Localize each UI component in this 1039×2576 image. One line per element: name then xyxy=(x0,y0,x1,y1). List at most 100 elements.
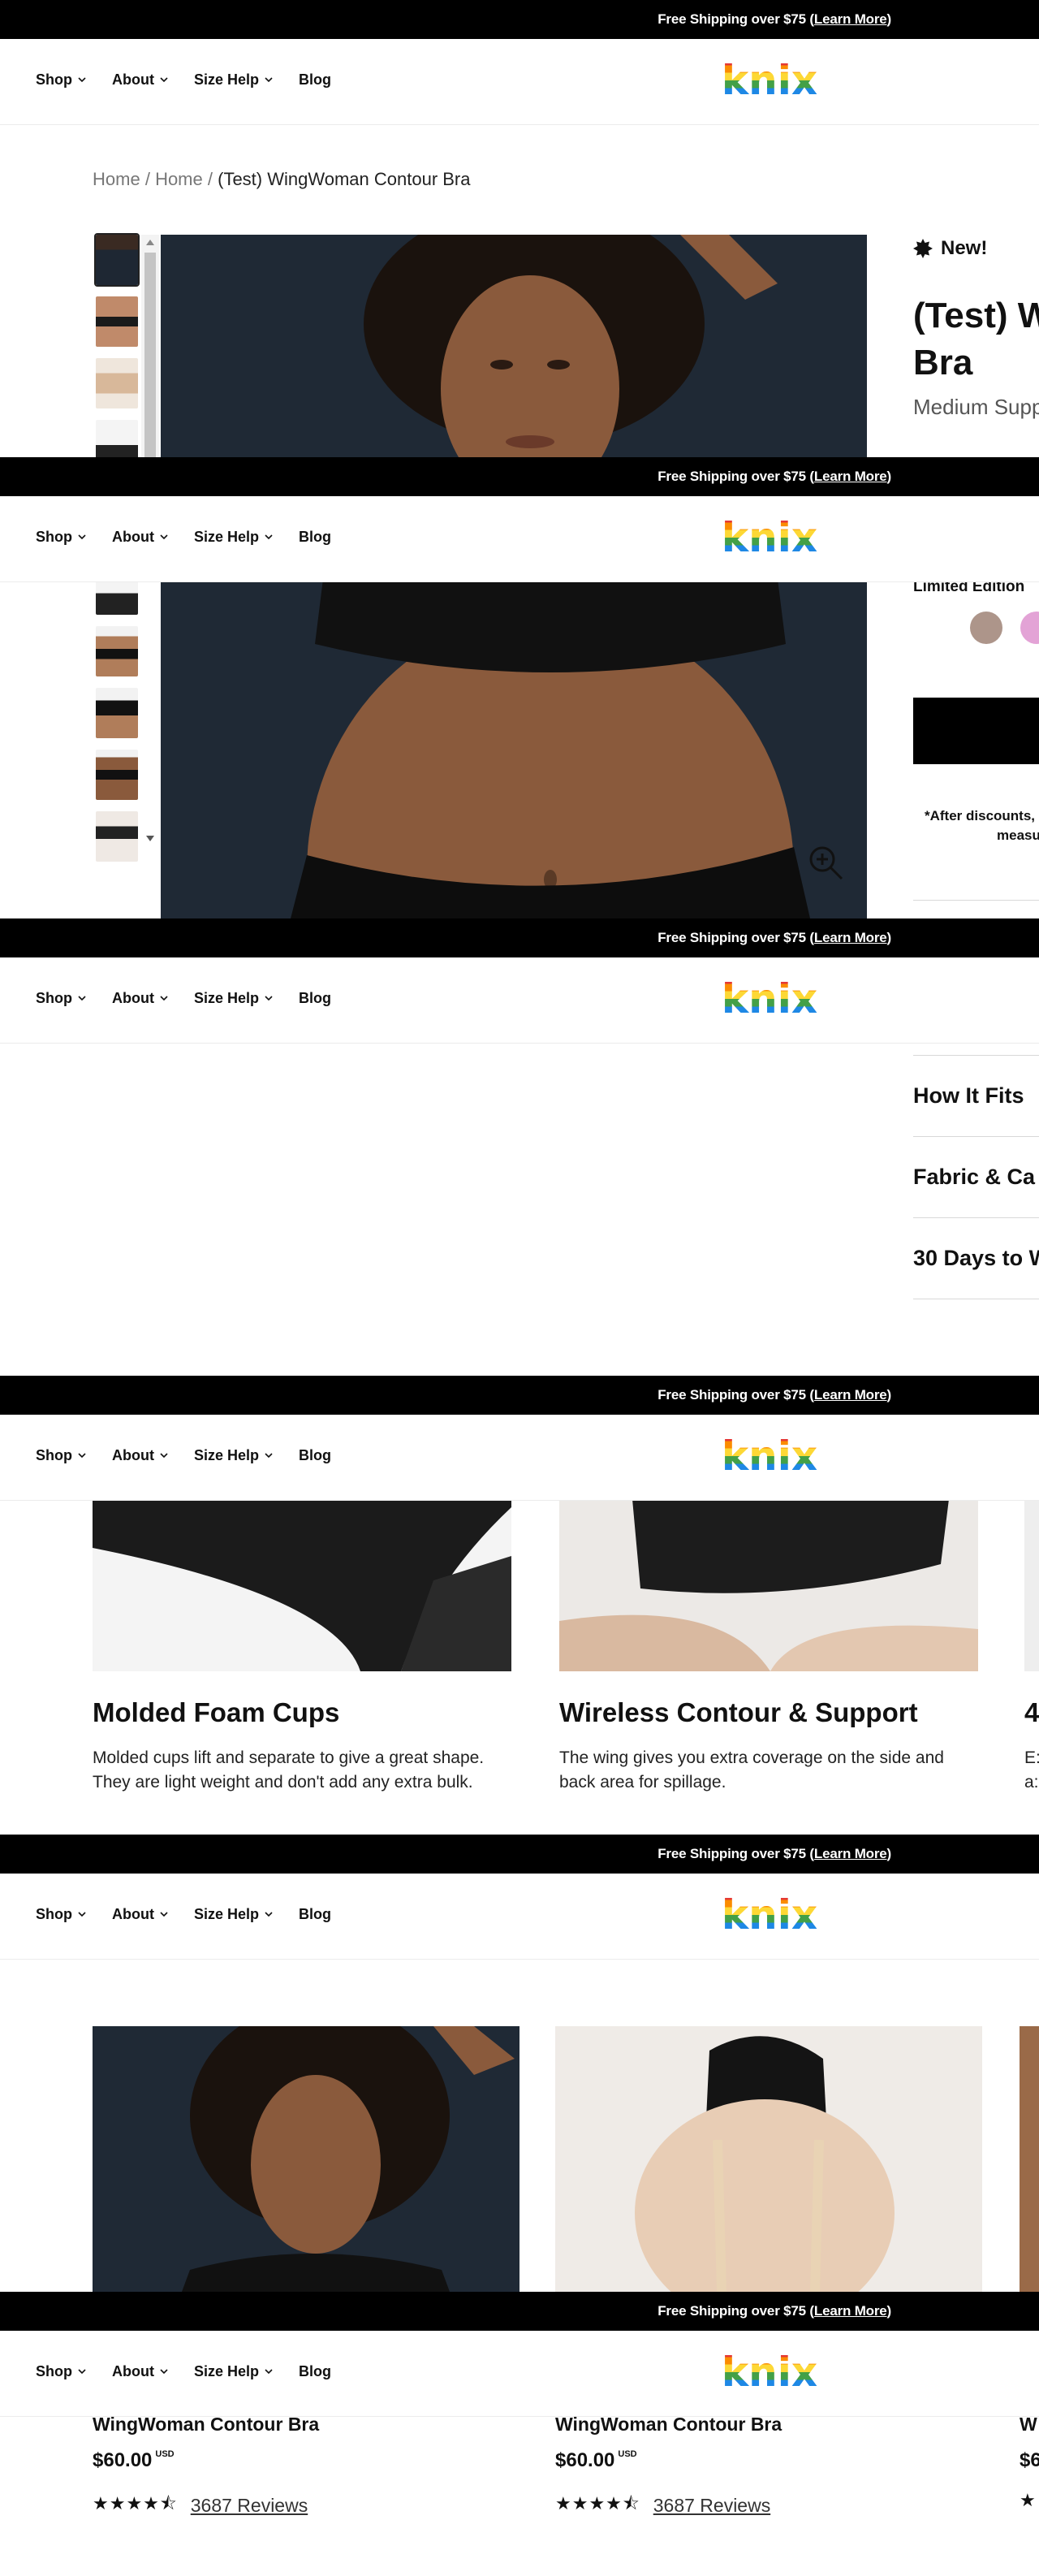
related-product-name[interactable]: WingWoman Contour Bra xyxy=(555,2414,782,2436)
learn-more-link[interactable]: Learn More xyxy=(814,1846,887,1861)
nav-about[interactable]: About xyxy=(112,71,168,89)
learn-more-link[interactable]: Learn More xyxy=(814,1387,887,1403)
chevron-down-icon xyxy=(78,2368,86,2374)
logo-mark: knix xyxy=(722,57,817,104)
feature-image-wireless xyxy=(559,1499,978,1671)
add-to-bag-button[interactable] xyxy=(913,698,1039,764)
svg-text:knix: knix xyxy=(722,1891,817,1937)
breadcrumb-home[interactable]: Home xyxy=(155,169,203,189)
promo-bar: Free Shipping over $75 (Learn More) xyxy=(0,0,1039,39)
thumbnail[interactable] xyxy=(96,811,138,862)
knix-logo[interactable]: knix xyxy=(721,57,818,104)
scroll-up-icon[interactable] xyxy=(146,240,154,245)
thumbnail[interactable] xyxy=(96,750,138,800)
reviews-link[interactable]: 3687 Reviews xyxy=(653,2495,770,2517)
svg-text:knix: knix xyxy=(722,2349,817,2394)
thumbnail[interactable] xyxy=(96,420,138,457)
knix-logo[interactable]: knix xyxy=(721,2349,818,2396)
model-photo xyxy=(161,235,867,457)
breadcrumb-home[interactable]: Home xyxy=(93,169,140,189)
color-swatch[interactable] xyxy=(970,612,1002,644)
chevron-down-icon xyxy=(265,534,273,539)
promo-bar: Free Shipping over $75 (Learn More) xyxy=(0,1835,1039,1874)
nav-shop[interactable]: Shop xyxy=(36,529,86,546)
nav-size-help[interactable]: Size Help xyxy=(194,1447,273,1464)
nav-about[interactable]: About xyxy=(112,990,168,1007)
nav-size-help[interactable]: Size Help xyxy=(194,2363,273,2380)
logo-mark: knix xyxy=(722,1891,817,1938)
new-badge: New! xyxy=(913,237,1039,260)
thumbnail[interactable] xyxy=(96,579,138,615)
learn-more-link[interactable]: Learn More xyxy=(814,930,887,945)
chevron-down-icon xyxy=(78,534,86,539)
nav-about[interactable]: About xyxy=(112,1906,168,1923)
thumbnail[interactable] xyxy=(96,688,138,738)
nav-blog[interactable]: Blog xyxy=(299,2363,331,2380)
chevron-down-icon xyxy=(160,1911,168,1917)
nav-about[interactable]: About xyxy=(112,529,168,546)
nav-about[interactable]: About xyxy=(112,2363,168,2380)
nav-blog[interactable]: Blog xyxy=(299,990,331,1007)
product-hero-image[interactable] xyxy=(161,235,867,457)
chevron-down-icon xyxy=(78,1452,86,1458)
related-product-price: $60.00 USD xyxy=(555,2449,637,2471)
svg-text:knix: knix xyxy=(722,57,817,102)
thumbnail[interactable] xyxy=(96,358,138,408)
related-product-image[interactable] xyxy=(1020,2026,1039,2292)
thumbnail-scrollbar[interactable] xyxy=(141,579,159,853)
learn-more-link[interactable]: Learn More xyxy=(814,2303,887,2319)
nav-size-help[interactable]: Size Help xyxy=(194,990,273,1007)
promo-bar: Free Shipping over $75 (Learn More) xyxy=(0,457,1039,496)
related-product-image[interactable] xyxy=(93,2026,520,2292)
divider xyxy=(913,900,1039,901)
nav-blog[interactable]: Blog xyxy=(299,1906,331,1923)
product-info: New! (Test) W Bra Medium Suppo xyxy=(913,237,1039,420)
related-product-image[interactable] xyxy=(555,2026,982,2292)
nav-about[interactable]: About xyxy=(112,1447,168,1464)
nav-size-help[interactable]: Size Help xyxy=(194,1906,273,1923)
nav-shop[interactable]: Shop xyxy=(36,2363,86,2380)
nav-blog[interactable]: Blog xyxy=(299,1447,331,1464)
chevron-down-icon xyxy=(265,995,273,1001)
nav-shop[interactable]: Shop xyxy=(36,1447,86,1464)
star-icon: ★ xyxy=(1020,2490,1037,2510)
knix-logo[interactable]: knix xyxy=(721,975,818,1022)
thumbnail[interactable] xyxy=(94,233,140,287)
thumbnail-list xyxy=(94,233,144,457)
main-nav: Shop About Size Help Blog knix xyxy=(0,1415,1039,1501)
thumbnail[interactable] xyxy=(96,296,138,347)
nav-size-help[interactable]: Size Help xyxy=(194,529,273,546)
accordion-how-it-fits[interactable]: How It Fits xyxy=(913,1055,1039,1136)
feature-third: 4 E: a: xyxy=(1024,1697,1039,1792)
main-nav: Shop About Size Help Blog knix xyxy=(0,1874,1039,1960)
main-nav: Shop About Size Help Blog knix xyxy=(0,496,1039,582)
knix-logo[interactable]: knix xyxy=(721,1433,818,1480)
learn-more-link[interactable]: Learn More xyxy=(814,469,887,484)
nav-blog[interactable]: Blog xyxy=(299,71,331,89)
reviews-link[interactable]: 3687 Reviews xyxy=(191,2495,308,2517)
nav-size-help[interactable]: Size Help xyxy=(194,71,273,89)
nav-shop[interactable]: Shop xyxy=(36,990,86,1007)
learn-more-link[interactable]: Learn More xyxy=(814,11,887,27)
related-product-name[interactable]: WingWoman Contour Bra xyxy=(93,2414,319,2436)
scrollbar-thumb[interactable] xyxy=(144,253,156,457)
knix-logo[interactable]: knix xyxy=(721,514,818,561)
svg-text:knix: knix xyxy=(722,1433,817,1478)
color-swatch[interactable] xyxy=(1020,612,1039,644)
chevron-down-icon xyxy=(160,76,168,82)
chevron-down-icon xyxy=(160,534,168,539)
svg-text:knix: knix xyxy=(722,514,817,560)
accordion-fabric-care[interactable]: Fabric & Ca xyxy=(913,1136,1039,1217)
scroll-down-icon[interactable] xyxy=(146,836,154,841)
nav-shop[interactable]: Shop xyxy=(36,71,86,89)
knix-logo[interactable]: knix xyxy=(721,1891,818,1938)
breadcrumb: Home / Home / (Test) WingWoman Contour B… xyxy=(93,169,471,189)
accordion-30-days[interactable]: 30 Days to W xyxy=(913,1217,1039,1299)
nav-blog[interactable]: Blog xyxy=(299,529,331,546)
zoom-in-icon[interactable] xyxy=(806,843,845,882)
thumbnail-scrollbar[interactable] xyxy=(141,235,159,457)
thumbnail[interactable] xyxy=(96,626,138,676)
product-hero-image[interactable] xyxy=(161,579,867,918)
nav-shop[interactable]: Shop xyxy=(36,1906,86,1923)
related-product-name[interactable]: W xyxy=(1020,2414,1039,2436)
